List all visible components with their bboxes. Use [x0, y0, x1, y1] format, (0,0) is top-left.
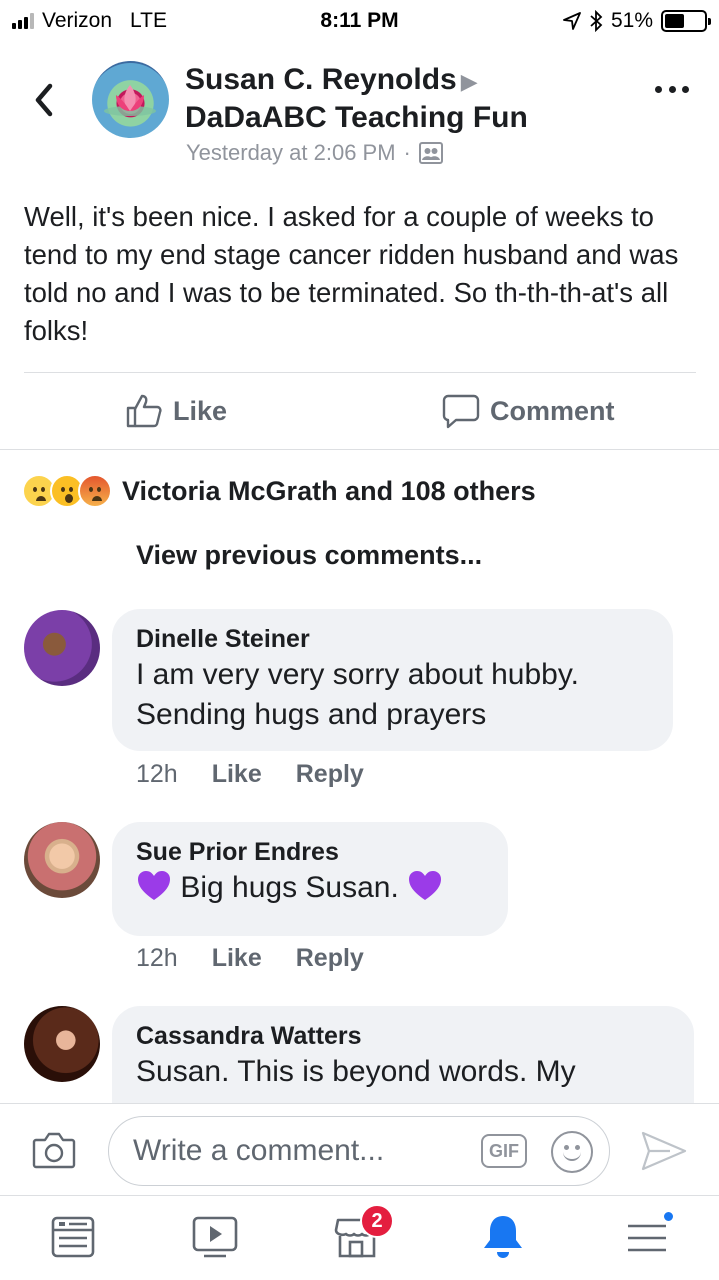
watch-video-icon[interactable] — [190, 1212, 240, 1262]
reactions-summary-text: Victoria McGrath and 108 others — [122, 475, 536, 506]
gif-button[interactable]: GIF — [481, 1134, 527, 1168]
comment-bubble[interactable]: Cassandra Watters Susan. This is beyond … — [112, 1006, 694, 1103]
menu-notification-dot — [662, 1210, 675, 1223]
comment-text-line: Susan. This is beyond words. My — [136, 1055, 576, 1088]
comment-like-button[interactable]: Like — [212, 760, 262, 789]
like-button[interactable]: Like — [125, 393, 227, 429]
comment-meta: 12h Like Reply — [136, 944, 364, 973]
like-label: Like — [173, 395, 228, 426]
post-timestamp[interactable]: Yesterday at 2:06 PM — [186, 140, 396, 166]
comment: Cassandra Watters Susan. This is beyond … — [0, 1006, 719, 1103]
comment-composer: Write a comment... GIF — [0, 1103, 719, 1195]
comment-like-button[interactable]: Like — [212, 944, 262, 973]
view-previous-comments-link[interactable]: View previous comments... — [136, 540, 482, 571]
comment-text: Big hugs Susan. — [180, 871, 399, 904]
bluetooth-icon — [590, 10, 603, 32]
post-body: Well, it's been nice. I asked for a coup… — [24, 201, 679, 346]
post-header: Susan C. Reynolds ▶ DaDaABC Teaching Fun … — [0, 56, 719, 176]
sticker-icon[interactable] — [551, 1131, 593, 1173]
notification-badge: 2 — [360, 1204, 394, 1238]
commenter-avatar[interactable] — [24, 1006, 100, 1082]
comment-reply-button[interactable]: Reply — [296, 944, 364, 973]
marketplace-tab[interactable]: 2 — [332, 1204, 394, 1262]
tab-bar: 2 — [0, 1195, 719, 1280]
menu-tab[interactable] — [622, 1210, 675, 1262]
camera-icon[interactable] — [32, 1130, 76, 1170]
author-avatar[interactable] — [92, 61, 169, 138]
news-feed-icon[interactable] — [48, 1212, 98, 1262]
angry-reaction-icon — [78, 474, 112, 508]
arrow-icon: ▶ — [460, 69, 478, 94]
comment-text-line: I am very very sorry about hubby. — [136, 658, 579, 691]
comment-input[interactable]: Write a comment... GIF — [108, 1116, 610, 1186]
comment-text-line: Sending hugs and prayers — [136, 698, 487, 731]
lotus-image — [104, 85, 156, 116]
battery-percent: 51% — [610, 9, 653, 32]
comment-reply-button[interactable]: Reply — [296, 760, 364, 789]
comment: Dinelle Steiner I am very very sorry abo… — [0, 608, 719, 788]
post-title: Susan C. Reynolds ▶ DaDaABC Teaching Fun — [185, 62, 528, 136]
battery-icon — [661, 10, 711, 32]
purple-heart-icon — [409, 871, 442, 900]
comment-bubble[interactable]: Sue Prior Endres Big hugs Susan. — [112, 822, 508, 936]
commenter-name[interactable]: Sue Prior Endres — [136, 836, 484, 868]
status-bar: Verizon LTE 8:11 PM 51% — [0, 0, 719, 44]
meta-separator: · — [403, 140, 411, 165]
commenter-name[interactable]: Dinelle Steiner — [136, 623, 649, 655]
status-right: 51% — [563, 9, 711, 33]
send-icon[interactable] — [640, 1130, 688, 1172]
post-actions: Like Comment — [0, 373, 719, 449]
comment-text-line: Big hugs Susan. — [136, 868, 484, 908]
group-name[interactable]: DaDaABC Teaching Fun — [185, 100, 528, 136]
group-audience-icon — [418, 142, 443, 164]
comment-input-placeholder: Write a comment... — [133, 1134, 385, 1167]
commenter-name[interactable]: Cassandra Watters — [136, 1020, 670, 1052]
divider — [0, 449, 719, 450]
location-arrow-icon — [563, 12, 581, 30]
more-options-icon[interactable] — [655, 86, 689, 98]
back-chevron-icon[interactable] — [28, 80, 60, 120]
post-meta: Yesterday at 2:06 PM · — [186, 140, 443, 166]
comment-meta: 12h Like Reply — [136, 760, 364, 789]
author-name[interactable]: Susan C. Reynolds — [185, 63, 457, 96]
commenter-avatar[interactable] — [24, 822, 100, 898]
commenter-avatar[interactable] — [24, 610, 100, 686]
thumbs-up-icon — [126, 394, 162, 428]
comment-bubble[interactable]: Dinelle Steiner I am very very sorry abo… — [112, 609, 673, 751]
purple-heart-icon — [138, 871, 170, 900]
speech-bubble-icon — [442, 394, 480, 429]
bell-icon[interactable] — [478, 1212, 528, 1262]
reactions-summary[interactable]: Victoria McGrath and 108 others — [22, 474, 536, 508]
comment: Sue Prior Endres Big hugs Susan. 12h Lik… — [0, 822, 719, 974]
comment-label: Comment — [490, 395, 615, 426]
comment-time: 12h — [136, 760, 178, 788]
comment-time: 12h — [136, 944, 178, 972]
comment-button[interactable]: Comment — [442, 393, 719, 429]
